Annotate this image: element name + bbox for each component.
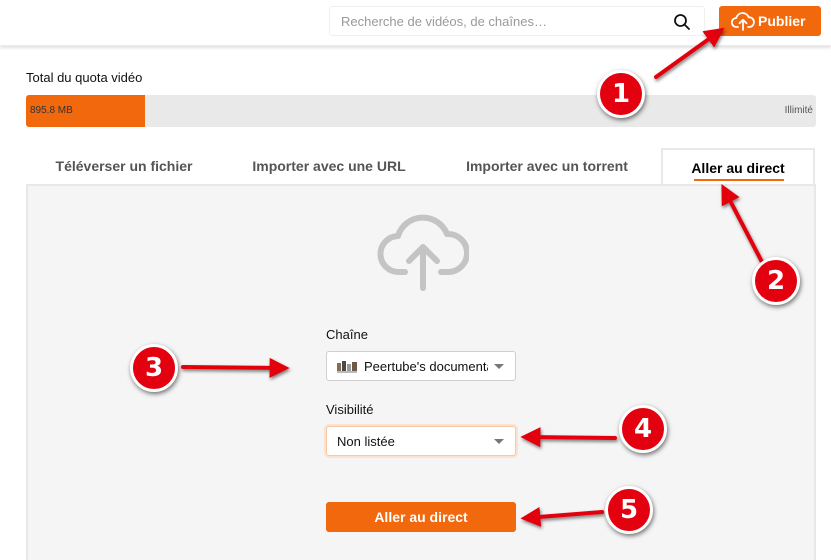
tab-go-live[interactable]: Aller au direct (661, 148, 815, 186)
quota-max-label: Illimité (784, 105, 813, 116)
tab-go-live-label: Aller au direct (691, 160, 785, 176)
annotation-badge-4: 4 (619, 405, 667, 453)
annotation-badge-2: 2 (752, 257, 800, 305)
channel-label: Chaîne (326, 327, 368, 342)
publish-button[interactable]: Publier (719, 6, 821, 36)
peertube-upload-page: Publier Total du quota vidéo 895.8 MB Il… (0, 0, 831, 560)
annotation-badge-5: 5 (605, 486, 653, 534)
annotation-badge-3: 3 (130, 344, 178, 392)
visibility-select-value: Non listée (337, 434, 395, 449)
chevron-down-icon (494, 364, 504, 369)
top-header: Publier (0, 0, 831, 46)
cloud-upload-icon (377, 214, 469, 291)
chevron-down-icon (494, 439, 504, 444)
cloud-upload-icon (731, 12, 755, 31)
tab-import-torrent[interactable]: Importer avec un torrent (440, 148, 654, 186)
quota-used-label: 895.8 MB (30, 105, 73, 116)
quota-title: Total du quota vidéo (26, 70, 143, 85)
channel-select-value: Peertube's documentation (364, 359, 488, 374)
tab-upload-file[interactable]: Téléverser un fichier (26, 148, 222, 186)
visibility-select[interactable]: Non listée (326, 426, 516, 456)
tab-import-url[interactable]: Importer avec une URL (230, 148, 428, 186)
active-tab-indicator (694, 179, 784, 181)
channel-select[interactable]: Peertube's documentation (326, 351, 516, 381)
publish-label: Publier (758, 13, 806, 29)
go-live-button[interactable]: Aller au direct (326, 502, 516, 532)
search-icon[interactable] (673, 13, 691, 31)
search-input[interactable] (330, 7, 660, 35)
quota-progress-bar: 895.8 MB Illimité (26, 95, 816, 127)
visibility-label: Visibilité (326, 402, 374, 417)
annotation-badge-1: 1 (597, 70, 645, 118)
channel-avatar-icon (337, 361, 357, 373)
search-box (329, 6, 705, 36)
